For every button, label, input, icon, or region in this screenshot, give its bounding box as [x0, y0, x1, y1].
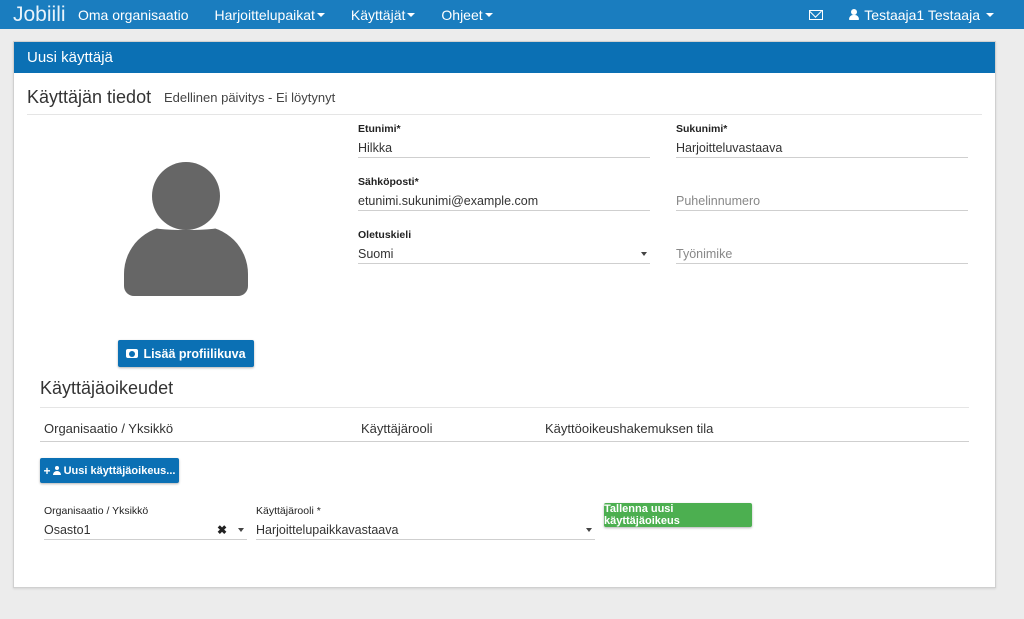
caret-down-icon — [586, 528, 592, 532]
save-permission-button[interactable]: Tallenna uusi käyttäjäoikeus — [604, 503, 752, 527]
phone-field: Puhelinnumero — [676, 176, 968, 211]
new-permission-button[interactable]: + Uusi käyttäjäoikeus... — [40, 458, 179, 483]
brand-logo[interactable]: Jobiili — [0, 3, 78, 27]
select-value: Harjoittelupaikkavastaava — [256, 523, 399, 537]
caret-down-icon — [316, 12, 325, 17]
column-header-organization: Organisaatio / Yksikkö — [44, 421, 174, 436]
caret-down-icon — [986, 12, 994, 17]
plus-icon: + — [43, 463, 51, 478]
phone-input[interactable]: Puhelinnumero — [676, 189, 968, 211]
nav-ohjeet[interactable]: Ohjeet — [441, 6, 493, 23]
avatar-placeholder-icon — [124, 162, 248, 297]
nav-harjoittelupaikat[interactable]: Harjoittelupaikat — [215, 7, 325, 23]
organization-select[interactable]: Osasto1 ✖ — [44, 518, 247, 540]
divider — [27, 114, 982, 115]
user-menu[interactable]: Testaaja1 Testaaja — [849, 7, 994, 23]
last-name-field: Sukunimi* Harjoitteluvastaava — [676, 123, 968, 158]
permissions-title: Käyttäjäoikeudet — [40, 378, 174, 398]
caret-down-icon — [641, 252, 647, 256]
user-name: Testaaja1 Testaaja — [864, 6, 980, 23]
nav-label: Ohjeet — [441, 6, 483, 23]
nav-label: Käyttäjät — [350, 6, 406, 23]
role-field: Käyttäjärooli * Harjoittelupaikkavastaav… — [256, 505, 595, 540]
email-field: Sähköposti* etunimi.sukunimi@example.com — [358, 176, 650, 211]
panel-heading: Uusi käyttäjä — [14, 42, 995, 73]
user-icon — [849, 9, 860, 20]
add-profile-photo-button[interactable]: Lisää profiilikuva — [118, 340, 254, 367]
caret-down-icon — [484, 12, 493, 17]
email-input[interactable]: etunimi.sukunimi@example.com — [358, 189, 650, 211]
organization-field: Organisaatio / Yksikkö Osasto1 ✖ — [44, 505, 247, 540]
field-label: Sähköposti* — [358, 176, 419, 188]
field-label: Etunimi* — [358, 123, 401, 135]
envelope-icon[interactable] — [809, 9, 824, 20]
button-label: Lisää profiilikuva — [143, 346, 246, 361]
user-icon — [52, 466, 61, 475]
column-header-status: Käyttöoikeushakemuksen tila — [545, 421, 714, 436]
caret-down-icon — [407, 12, 416, 17]
select-value: Osasto1 — [44, 523, 91, 537]
last-update-text: Edellinen päivitys - Ei löytynyt — [164, 90, 336, 105]
nav-kayttajat[interactable]: Käyttäjät — [350, 6, 416, 23]
camera-icon — [126, 349, 139, 358]
clear-icon[interactable]: ✖ — [217, 523, 227, 537]
job-title-field: Työnimike — [676, 229, 968, 264]
column-header-role: Käyttäjärooli — [361, 421, 433, 436]
first-name-field: Etunimi* Hilkka — [358, 123, 650, 158]
field-label: Organisaatio / Yksikkö — [44, 505, 149, 517]
new-user-panel: Uusi käyttäjä Käyttäjän tiedot Edellinen… — [13, 41, 996, 588]
nav-oma-organisaatio[interactable]: Oma organisaatio — [78, 7, 189, 23]
field-label: Käyttäjärooli * — [256, 505, 321, 517]
nav-right: Testaaja1 Testaaja — [809, 0, 1024, 29]
section-title: Käyttäjän tiedot — [27, 87, 152, 107]
language-field: Oletuskieli Suomi — [358, 229, 650, 264]
nav-label: Oma organisaatio — [78, 6, 189, 23]
language-select[interactable]: Suomi — [358, 242, 650, 264]
last-name-input[interactable]: Harjoitteluvastaava — [676, 136, 968, 158]
field-label: Oletuskieli — [358, 229, 412, 241]
job-title-input[interactable]: Työnimike — [676, 242, 968, 264]
caret-down-icon — [238, 528, 244, 532]
field-label: Sukunimi* — [676, 123, 728, 135]
role-select[interactable]: Harjoittelupaikkavastaava — [256, 518, 595, 540]
button-label: Uusi käyttäjäoikeus... — [63, 464, 176, 477]
top-navbar: Jobiili Oma organisaatio Harjoittelupaik… — [0, 0, 1024, 29]
select-value: Suomi — [358, 247, 394, 261]
divider — [40, 441, 969, 442]
first-name-input[interactable]: Hilkka — [358, 136, 650, 158]
divider — [40, 407, 969, 408]
nav-label: Harjoittelupaikat — [214, 6, 315, 23]
